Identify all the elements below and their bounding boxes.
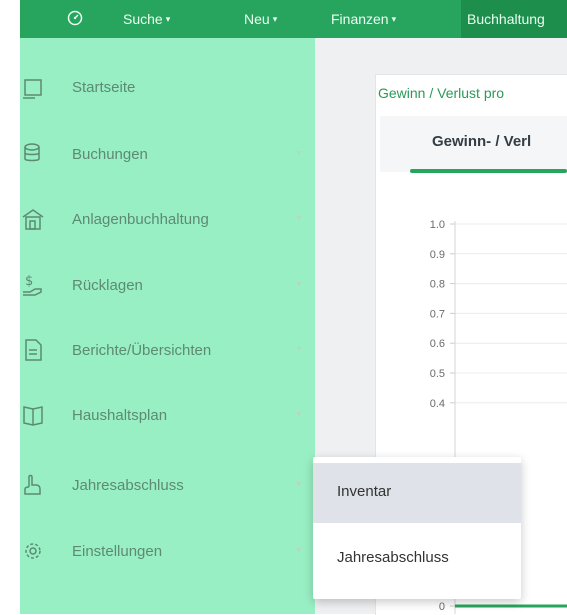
sidebar: Startseite Buchungen Anlagenbuchhaltung … [20,38,315,614]
y-tick-label: 0.4 [430,398,445,410]
sidebar-item-berichte[interactable]: Berichte/Übersichten [20,332,315,372]
y-tick-label: 0.5 [430,368,445,380]
sidebar-item-buchungen[interactable]: Buchungen [20,136,315,176]
report-icon [25,339,42,361]
sidebar-item-label: Haushaltsplan [72,407,168,424]
gear-icon [25,543,41,559]
y-tick-label: 0.9 [430,249,445,261]
sidebar-item-einstellungen[interactable]: Einstellungen [20,533,315,573]
top-navbar: Suche ▾ Neu ▾ Finanzen ▾ Buchhaltung [0,0,567,38]
chevron-down-icon: ▾ [165,14,171,24]
panel-title: Gewinn / Verlust pro [378,85,505,101]
chevron-down-icon [296,548,302,552]
nav-finanzen[interactable]: Finanzen ▾ [331,9,396,29]
nav-neu[interactable]: Neu ▾ [244,9,277,29]
sidebar-item-label: Jahresabschluss [72,477,184,494]
book-icon [23,406,43,426]
sidebar-item-label: Startseite [72,79,136,96]
nav-buchhaltung[interactable]: Buchhaltung [461,0,567,38]
chevron-down-icon [296,282,302,286]
sidebar-item-label: Berichte/Übersichten [72,342,212,359]
y-tick-label: 0.6 [430,338,445,350]
chevron-down-icon [296,151,302,155]
building-icon [22,209,44,230]
chevron-down-icon: ▾ [391,14,397,24]
y-tick-label: 0.8 [430,279,445,291]
money-hand-icon: $ [23,274,42,296]
chevron-down-icon [296,216,302,220]
sidebar-item-anlagenbuchhaltung[interactable]: Anlagenbuchhaltung [20,201,315,241]
y-tick-label: 1.0 [430,219,445,231]
monitor-icon [23,79,42,99]
gauge-icon[interactable] [67,10,83,26]
chevron-down-icon: ▾ [272,14,278,24]
chevron-down-icon [296,412,302,416]
sidebar-item-label: Rücklagen [72,277,143,294]
sidebar-item-startseite[interactable]: Startseite [20,71,315,111]
jahresabschluss-dropdown: Inventar Jahresabschluss [313,457,521,599]
y-tick-label: 0.7 [430,308,445,320]
sidebar-item-label: Einstellungen [72,543,163,560]
sidebar-item-ruecklagen[interactable]: $ Rücklagen [20,267,315,307]
chevron-down-icon [296,482,302,486]
sidebar-item-jahresabschluss[interactable]: Jahresabschluss [20,467,315,507]
sidebar-item-label: Anlagenbuchhaltung [72,211,209,228]
tab-gewinn-verlust[interactable]: Gewinn- / Verl [380,116,567,172]
coins-icon [24,143,40,162]
hand-icon [24,474,41,495]
svg-text:$: $ [25,274,33,289]
topbar-left-strip [0,0,20,38]
y-tick-label: 0 [439,601,445,613]
tab-active-underline [410,169,567,173]
nav-suche[interactable]: Suche ▾ [123,9,170,29]
sidebar-item-label: Buchungen [72,146,148,163]
dropdown-item-jahresabschluss[interactable]: Jahresabschluss [313,529,521,589]
sidebar-item-haushaltsplan[interactable]: Haushaltsplan [20,397,315,437]
chevron-down-icon [296,347,302,351]
dropdown-item-inventar[interactable]: Inventar [313,463,521,523]
